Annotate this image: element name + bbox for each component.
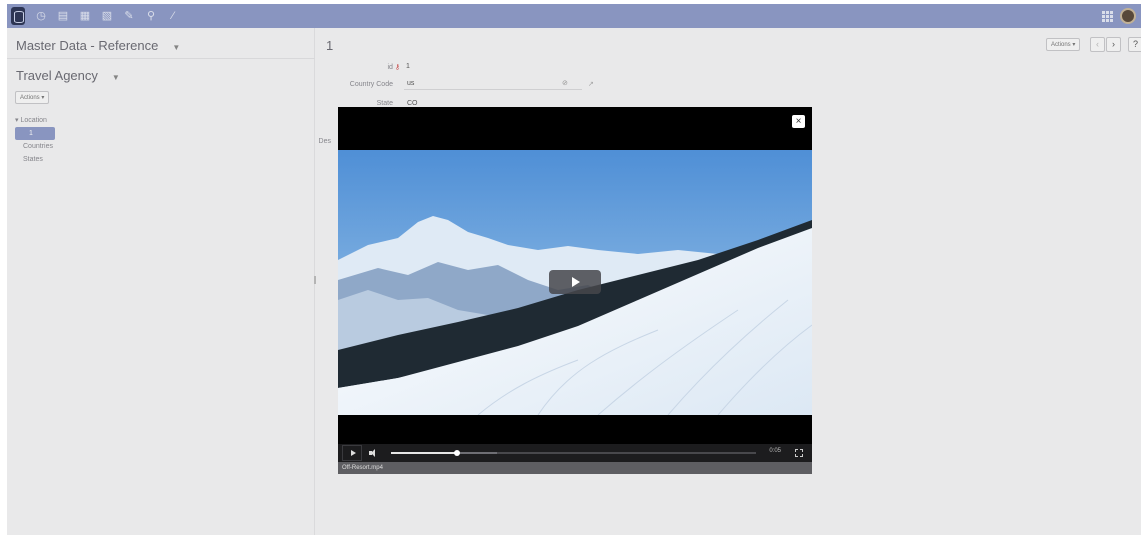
play-icon[interactable] [342,445,362,461]
play-overlay-button[interactable] [549,270,601,294]
video-controls: 0:05 [338,444,812,462]
volume-icon[interactable] [369,449,378,457]
close-button[interactable]: × [792,115,805,128]
seek-bar-handle[interactable] [453,450,460,456]
fullscreen-icon[interactable] [795,449,803,457]
video-frame[interactable] [338,150,812,415]
seek-bar-progress [391,452,457,454]
seek-bar[interactable] [391,450,756,456]
app-window: ◷ ▤ ▦ ▧ ✎ ⚲ ⁄ Master Data - Reference ▼ T… [7,4,1141,535]
video-modal: × 0:05 Off-Resort.mp4 [338,107,812,474]
time-remaining: 0:05 [769,448,781,454]
video-filename: Off-Resort.mp4 [338,462,812,474]
